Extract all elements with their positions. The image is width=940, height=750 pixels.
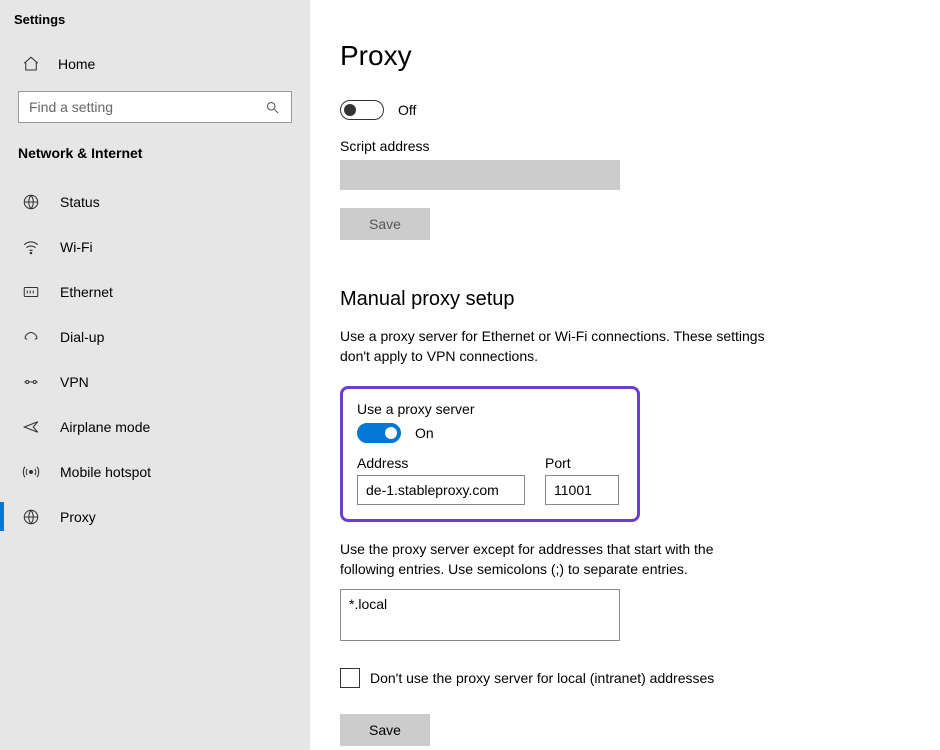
sidebar: Settings Home Find a setting Network & I…	[0, 0, 310, 750]
auto-detect-toggle[interactable]	[340, 100, 384, 120]
wifi-icon	[22, 238, 40, 256]
search-placeholder: Find a setting	[29, 99, 113, 115]
ethernet-icon	[22, 283, 40, 301]
page-title: Proxy	[340, 40, 910, 72]
dialup-icon	[22, 328, 40, 346]
auto-detect-toggle-label: Off	[398, 102, 416, 118]
exceptions-description: Use the proxy server except for addresse…	[340, 540, 770, 579]
manual-proxy-highlight: Use a proxy server On Address Port	[340, 386, 640, 522]
search-input[interactable]: Find a setting	[18, 91, 292, 123]
sidebar-item-airplane[interactable]: Airplane mode	[0, 404, 310, 449]
use-proxy-label: Use a proxy server	[357, 401, 623, 417]
vpn-icon	[22, 373, 40, 391]
sidebar-item-hotspot[interactable]: Mobile hotspot	[0, 449, 310, 494]
sidebar-item-label: Wi-Fi	[60, 239, 93, 255]
local-bypass-label: Don't use the proxy server for local (in…	[370, 670, 714, 686]
sidebar-item-label: VPN	[60, 374, 89, 390]
address-input[interactable]	[357, 475, 525, 505]
home-label: Home	[58, 56, 95, 72]
script-address-input[interactable]	[340, 160, 620, 190]
save-button-manual[interactable]: Save	[340, 714, 430, 746]
manual-heading: Manual proxy setup	[340, 288, 910, 311]
sidebar-item-home[interactable]: Home	[0, 45, 310, 83]
local-bypass-row: Don't use the proxy server for local (in…	[340, 668, 910, 688]
sidebar-item-vpn[interactable]: VPN	[0, 359, 310, 404]
local-bypass-checkbox[interactable]	[340, 668, 360, 688]
sidebar-item-label: Status	[60, 194, 100, 210]
auto-detect-toggle-row: Off	[340, 100, 910, 120]
address-label: Address	[357, 455, 525, 471]
hotspot-icon	[22, 463, 40, 481]
proxy-icon	[22, 508, 40, 526]
sidebar-item-proxy[interactable]: Proxy	[0, 494, 310, 539]
app-title: Settings	[0, 8, 310, 45]
home-icon	[22, 55, 40, 73]
sidebar-item-status[interactable]: Status	[0, 179, 310, 224]
port-label: Port	[545, 455, 619, 471]
sidebar-item-label: Ethernet	[60, 284, 113, 300]
main-content: Proxy Off Script address Save Manual pro…	[310, 0, 940, 750]
manual-description: Use a proxy server for Ethernet or Wi-Fi…	[340, 327, 770, 366]
sidebar-item-wifi[interactable]: Wi-Fi	[0, 224, 310, 269]
sidebar-item-label: Mobile hotspot	[60, 464, 151, 480]
port-input[interactable]	[545, 475, 619, 505]
airplane-icon	[22, 418, 40, 436]
sidebar-item-ethernet[interactable]: Ethernet	[0, 269, 310, 314]
search-icon	[263, 98, 281, 116]
use-proxy-toggle[interactable]	[357, 423, 401, 443]
save-button-auto[interactable]: Save	[340, 208, 430, 240]
script-address-label: Script address	[340, 138, 910, 154]
sidebar-item-label: Dial-up	[60, 329, 104, 345]
category-heading: Network & Internet	[0, 141, 310, 179]
exceptions-input[interactable]	[340, 589, 620, 641]
globe-icon	[22, 193, 40, 211]
sidebar-item-label: Proxy	[60, 509, 96, 525]
sidebar-item-dialup[interactable]: Dial-up	[0, 314, 310, 359]
sidebar-item-label: Airplane mode	[60, 419, 150, 435]
use-proxy-toggle-label: On	[415, 425, 434, 441]
